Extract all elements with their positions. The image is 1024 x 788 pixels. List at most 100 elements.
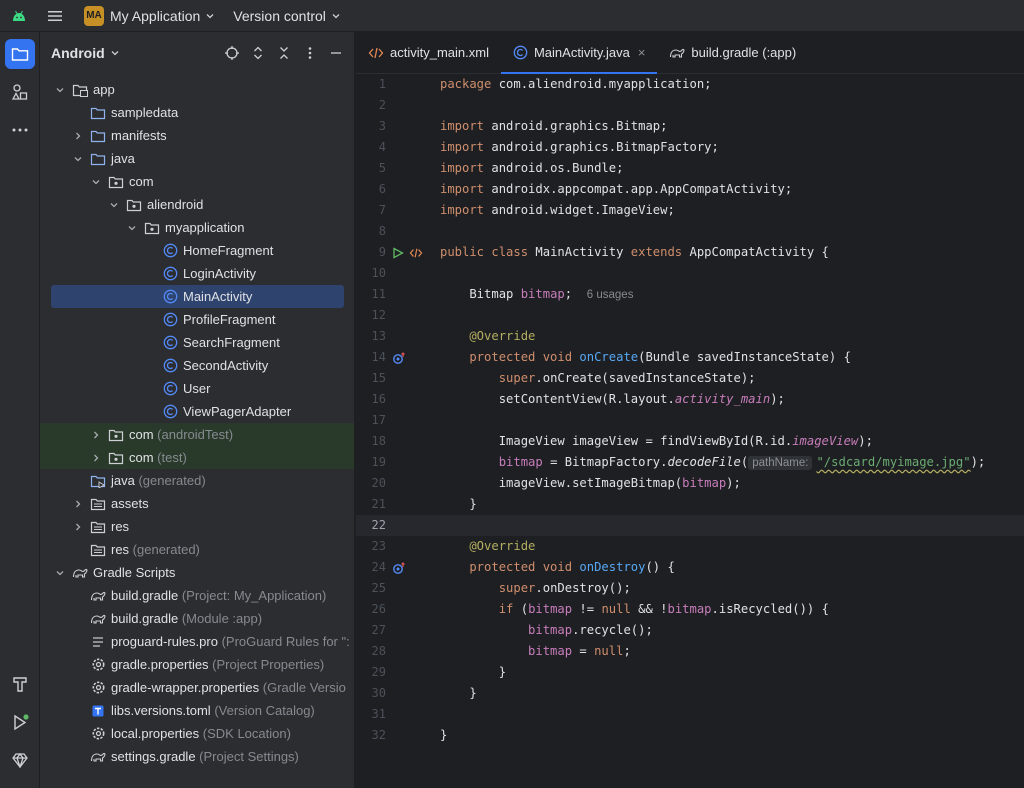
tree-item-user[interactable]: User	[40, 377, 354, 400]
code-line[interactable]: 31	[356, 704, 1024, 725]
code-line[interactable]: 7 import android.widget.ImageView;	[356, 200, 1024, 221]
line-number: 29	[371, 665, 386, 679]
close-icon[interactable]: ×	[638, 45, 646, 60]
code-text: protected void onDestroy() {	[440, 557, 674, 578]
code-line[interactable]: 3 import android.graphics.Bitmap;	[356, 116, 1024, 137]
tree-item-proguard-rules-pro[interactable]: proguard-rules.pro (ProGuard Rules for "…	[40, 630, 354, 653]
project-tool-button[interactable]	[5, 39, 35, 69]
code-area[interactable]: 1 package com.aliendroid.myapplication; 2 3…	[356, 74, 1024, 746]
tree-item-homefragment[interactable]: HomeFragment	[40, 239, 354, 262]
tree-item-mainactivity[interactable]: MainActivity	[40, 285, 354, 308]
code-line[interactable]: 28 bitmap = null;	[356, 641, 1024, 662]
collapse-all-icon[interactable]	[274, 43, 294, 63]
tree-item-java[interactable]: java	[40, 147, 354, 170]
code-line[interactable]: 8	[356, 221, 1024, 242]
tree-item-loginactivity[interactable]: LoginActivity	[40, 262, 354, 285]
code-line[interactable]: 32}	[356, 725, 1024, 746]
tree-item-libs-versions-toml[interactable]: libs.versions.toml (Version Catalog)	[40, 699, 354, 722]
project-view-selector[interactable]: Android	[51, 45, 105, 61]
line-number: 23	[371, 539, 386, 553]
code-line[interactable]: 22	[356, 515, 1024, 536]
main-menu-icon[interactable]	[38, 0, 72, 32]
tree-item-manifests[interactable]: manifests	[40, 124, 354, 147]
code-line[interactable]: 24 protected void onDestroy() {	[356, 557, 1024, 578]
chevron-right-icon[interactable]	[72, 498, 84, 510]
tree-item-gradle-scripts[interactable]: Gradle Scripts	[40, 561, 354, 584]
line-number: 14	[371, 350, 386, 364]
code-line[interactable]: 23 @Override	[356, 536, 1024, 557]
code-line[interactable]: 25 super.onDestroy();	[356, 578, 1024, 599]
tree-item-viewpageradapter[interactable]: ViewPagerAdapter	[40, 400, 354, 423]
code-line[interactable]: 30 }	[356, 683, 1024, 704]
code-line[interactable]: 14 protected void onCreate(Bundle savedI…	[356, 347, 1024, 368]
code-line[interactable]: 5 import android.os.Bundle;	[356, 158, 1024, 179]
code-line[interactable]: 2	[356, 95, 1024, 116]
code-line[interactable]: 19 bitmap = BitmapFactory.decodeFile(pat…	[356, 452, 1024, 473]
chevron-down-icon[interactable]	[110, 48, 120, 58]
chevron-right-icon[interactable]	[72, 130, 84, 142]
tree-item-aliendroid[interactable]: aliendroid	[40, 193, 354, 216]
folder-icon	[90, 151, 106, 167]
code-line[interactable]: 13 @Override	[356, 326, 1024, 347]
code-line[interactable]: 16 setContentView(R.layout.activity_main…	[356, 389, 1024, 410]
tree-item-myapplication[interactable]: myapplication	[40, 216, 354, 239]
chevron-down-icon[interactable]	[126, 222, 138, 234]
tree-item-secondactivity[interactable]: SecondActivity	[40, 354, 354, 377]
version-control-menu[interactable]: Version control	[233, 8, 341, 24]
chevron-down-icon[interactable]	[72, 153, 84, 165]
code-line[interactable]: 15 super.onCreate(savedInstanceState);	[356, 368, 1024, 389]
more-tools-button[interactable]	[5, 115, 35, 145]
tree-item-com[interactable]: com (test)	[40, 446, 354, 469]
minimize-icon[interactable]	[326, 43, 346, 63]
tree-item-gradle-properties[interactable]: gradle.properties (Project Properties)	[40, 653, 354, 676]
tab-mainactivity-java[interactable]: MainActivity.java ×	[500, 32, 658, 74]
code-line[interactable]: 1 package com.aliendroid.myapplication;	[356, 74, 1024, 95]
code-line[interactable]: 9 public class MainActivity extends AppCo…	[356, 242, 1024, 263]
tree-item-res[interactable]: res	[40, 515, 354, 538]
options-vertical-icon[interactable]	[300, 43, 320, 63]
code-line[interactable]: 29 }	[356, 662, 1024, 683]
code-line[interactable]: 12	[356, 305, 1024, 326]
tree-item-sampledata[interactable]: sampledata	[40, 101, 354, 124]
tab-activity-main-xml[interactable]: activity_main.xml	[356, 32, 501, 73]
tree-item-java[interactable]: java (generated)	[40, 469, 354, 492]
tree-item-profilefragment[interactable]: ProfileFragment	[40, 308, 354, 331]
tab-build-gradle-app-[interactable]: build.gradle (:app)	[657, 32, 808, 73]
chevron-down-icon[interactable]	[54, 567, 66, 579]
chevron-right-icon[interactable]	[72, 521, 84, 533]
code-line[interactable]: 27 bitmap.recycle();	[356, 620, 1024, 641]
tree-item-build-gradle[interactable]: build.gradle (Project: My_Application)	[40, 584, 354, 607]
android-studio-logo-icon[interactable]	[0, 0, 38, 32]
code-line[interactable]: 18 ImageView imageView = findViewById(R.…	[356, 431, 1024, 452]
tree-item-com[interactable]: com	[40, 170, 354, 193]
tree-item-app[interactable]: app	[40, 78, 354, 101]
code-line[interactable]: 26 if (bitmap != null && !bitmap.isRecyc…	[356, 599, 1024, 620]
chevron-right-icon[interactable]	[90, 452, 102, 464]
code-line[interactable]: 6 import androidx.appcompat.app.AppCompat…	[356, 179, 1024, 200]
code-line[interactable]: 21 }	[356, 494, 1024, 515]
chevron-down-icon[interactable]	[90, 176, 102, 188]
build-variants-button[interactable]	[5, 669, 35, 699]
code-line[interactable]: 10	[356, 263, 1024, 284]
code-line[interactable]: 4 import android.graphics.BitmapFactory;	[356, 137, 1024, 158]
code-line[interactable]: 11 Bitmap bitmap; 6 usages	[356, 284, 1024, 305]
tree-item-local-properties[interactable]: local.properties (SDK Location)	[40, 722, 354, 745]
locate-icon[interactable]	[222, 43, 242, 63]
expand-all-icon[interactable]	[248, 43, 268, 63]
tree-item-build-gradle[interactable]: build.gradle (Module :app)	[40, 607, 354, 630]
chevron-down-icon[interactable]	[54, 84, 66, 96]
chevron-right-icon[interactable]	[90, 429, 102, 441]
chevron-down-icon[interactable]	[108, 199, 120, 211]
tree-item-settings-gradle[interactable]: settings.gradle (Project Settings)	[40, 745, 354, 768]
tree-item-searchfragment[interactable]: SearchFragment	[40, 331, 354, 354]
resource-manager-button[interactable]	[5, 77, 35, 107]
tree-item-assets[interactable]: assets	[40, 492, 354, 515]
code-line[interactable]: 17	[356, 410, 1024, 431]
tree-item-res[interactable]: res (generated)	[40, 538, 354, 561]
tree-item-gradle-wrapper-properties[interactable]: gradle-wrapper.properties (Gradle Versio	[40, 676, 354, 699]
tree-item-com[interactable]: com (androidTest)	[40, 423, 354, 446]
code-line[interactable]: 20 imageView.setImageBitmap(bitmap);	[356, 473, 1024, 494]
run-tool-button[interactable]	[5, 707, 35, 737]
gemini-tool-button[interactable]	[5, 745, 35, 775]
project-switcher[interactable]: MA My Application	[78, 4, 221, 28]
